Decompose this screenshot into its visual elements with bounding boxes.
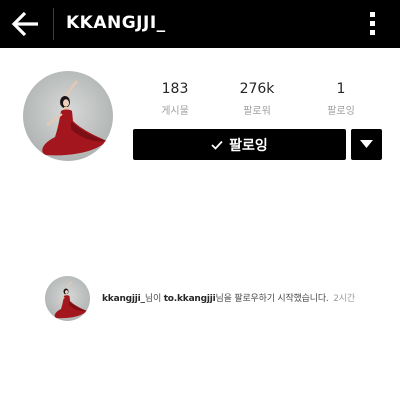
posts-label: 게시물 [161,106,189,117]
activity-text-part: 님을 팔로우하기 시작했습니다. [215,294,329,304]
more-options-button[interactable] [364,10,382,38]
following-stat[interactable]: 1 팔로잉 [301,80,381,118]
posts-count: 183 [161,81,189,97]
profile-username: KKANGJJI_ [66,13,166,33]
activity-actor-link[interactable]: kkangjji_ [102,294,145,304]
followers-stat[interactable]: 276k 팔로워 [217,80,297,118]
activity-avatar[interactable] [45,276,90,321]
activity-item[interactable]: kkangjji_님이 to.kkangjji님을 팔로우하기 시작했습니다. … [45,276,395,322]
topbar-divider [53,8,54,40]
profile-avatar[interactable] [23,71,113,161]
back-button[interactable] [10,9,42,39]
following-button[interactable]: 팔로잉 [133,129,346,160]
profile-photo [45,276,90,321]
caret-down-icon [360,140,373,148]
follow-options-dropdown[interactable] [351,129,382,160]
profile-photo [23,71,113,161]
activity-target-link[interactable]: to.kkangjji [164,294,216,304]
activity-text-part: 님이 [144,294,164,304]
followers-label: 팔로워 [243,106,271,117]
posts-stat[interactable]: 183 게시물 [135,80,215,118]
followers-count: 276k [239,81,275,97]
check-icon [211,140,223,150]
activity-timestamp: 2시간 [333,294,355,304]
activity-text: kkangjji_님이 to.kkangjji님을 팔로우하기 시작했습니다. … [102,291,355,304]
following-count: 1 [336,81,346,97]
top-bar: KKANGJJI_ [0,0,400,48]
following-button-label: 팔로잉 [229,137,268,154]
following-label: 팔로잉 [327,106,355,117]
arrow-left-icon [11,11,38,37]
